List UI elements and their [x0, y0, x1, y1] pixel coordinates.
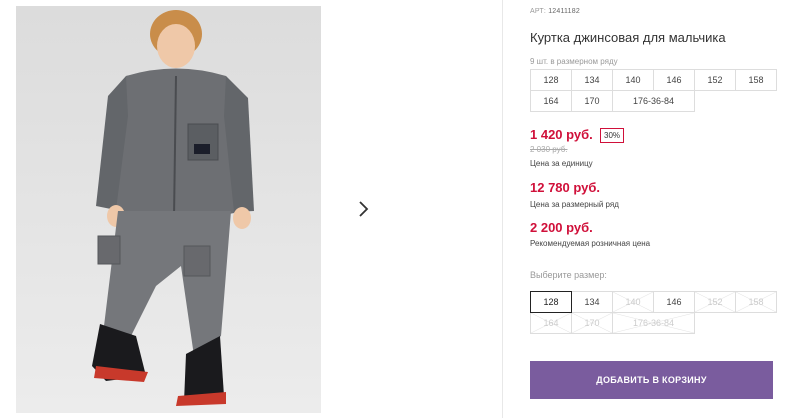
rrp-price-label: Рекомендуемая розничная цена: [530, 239, 651, 248]
sku-label: АРТ:: [530, 8, 547, 15]
pack-size-cell: 128: [530, 69, 572, 91]
unit-price-label: Цена за единицу: [530, 159, 593, 168]
add-to-cart-button[interactable]: ДОБАВИТЬ В КОРЗИНУ: [530, 361, 773, 399]
product-photo: [16, 6, 321, 413]
pack-size-cell: 134: [571, 69, 613, 91]
size-option-134[interactable]: 134: [571, 291, 613, 313]
column-divider: [502, 0, 503, 418]
pack-size-cell: 152: [694, 69, 736, 91]
old-price: 2 030 руб.: [530, 145, 568, 154]
size-option-164: 164: [530, 312, 572, 334]
pack-price: 12 780 руб.: [530, 180, 601, 195]
pack-size-cell: 176-36-84: [612, 90, 695, 112]
size-option-158: 158: [735, 291, 777, 313]
size-option-140: 140: [612, 291, 654, 313]
unit-price: 1 420 руб.: [530, 127, 593, 142]
pack-price-label: Цена за размерный ряд: [530, 200, 619, 209]
chevron-right-icon: [359, 200, 369, 217]
size-option-176-36-84: 176-36-84: [612, 312, 695, 334]
choose-size-label: Выберите размер:: [530, 270, 607, 280]
pack-size-grid: 128 134 140 146 152 158 164 170 176-36-8…: [530, 69, 777, 112]
pack-size-label: 9 шт. в размерном ряду: [530, 57, 618, 66]
size-option-170: 170: [571, 312, 613, 334]
pack-size-cell: 164: [530, 90, 572, 112]
sku-value: 12411182: [548, 8, 580, 15]
next-image-button[interactable]: [344, 190, 382, 227]
discount-badge: 30%: [600, 128, 625, 143]
size-option-152: 152: [694, 291, 736, 313]
pack-size-cell: 158: [735, 69, 777, 91]
size-selector: 128 134 140 146 152 158 164 170 176-36-8…: [530, 291, 777, 334]
product-gallery: [0, 0, 502, 418]
pack-size-cell: 140: [612, 69, 654, 91]
sku-line: АРТ: 12411182: [530, 8, 580, 15]
rrp-price: 2 200 руб.: [530, 220, 593, 235]
pack-size-cell: 170: [571, 90, 613, 112]
size-option-128[interactable]: 128: [530, 291, 572, 313]
size-option-146[interactable]: 146: [653, 291, 695, 313]
product-title: Куртка джинсовая для мальчика: [530, 30, 726, 45]
pack-size-cell: 146: [653, 69, 695, 91]
